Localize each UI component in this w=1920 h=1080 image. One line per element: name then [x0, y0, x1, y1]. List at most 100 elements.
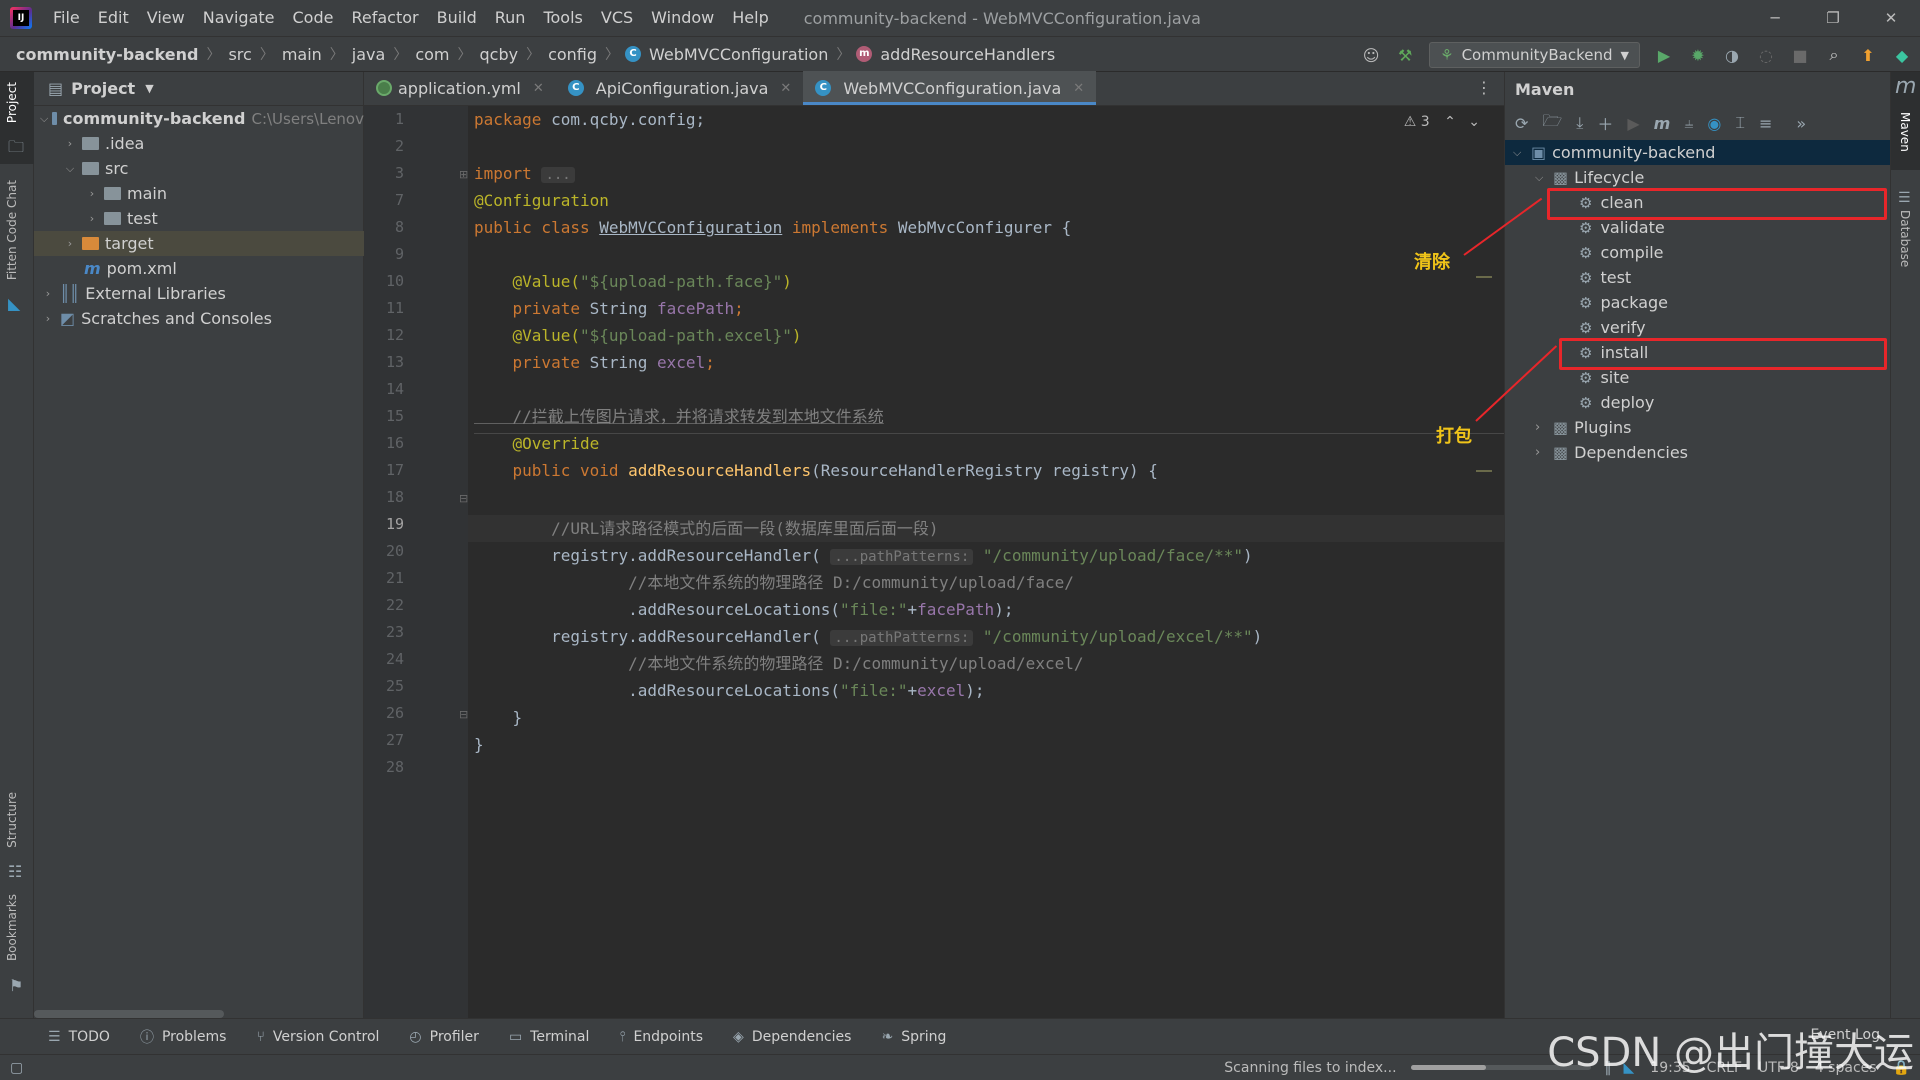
update-icon[interactable]: ⬆	[1858, 45, 1878, 65]
debug-icon[interactable]: ✹	[1688, 45, 1708, 65]
tree-item-external-libraries[interactable]: › ║║ External Libraries	[34, 281, 364, 306]
run-goal-icon[interactable]: ▶	[1627, 114, 1639, 133]
minimize-icon[interactable]: ─	[1746, 0, 1804, 36]
tree-item-scratches[interactable]: › ◩ Scratches and Consoles	[34, 306, 364, 331]
stop-icon[interactable]: ■	[1790, 45, 1810, 65]
breadcrumb-class[interactable]: WebMVCConfiguration	[647, 45, 830, 64]
maven-project-item[interactable]: ⌵ ▣ community-backend	[1505, 140, 1891, 165]
execute-maven-goal-icon[interactable]: m	[1654, 114, 1671, 133]
menu-view[interactable]: View	[138, 0, 194, 36]
tab-apiconfiguration[interactable]: C ApiConfiguration.java ✕	[556, 71, 804, 105]
menu-refactor[interactable]: Refactor	[342, 0, 427, 36]
code-editor[interactable]: ⚠ 3 ⌃ ⌄ package com.qcby.config; import …	[468, 106, 1504, 1018]
chevron-right-icon[interactable]: ›	[40, 312, 56, 325]
breadcrumb-src[interactable]: src	[226, 45, 253, 64]
bookmarks-tab[interactable]: Bookmarks	[5, 894, 19, 961]
inspection-widget[interactable]: ⚠ 3 ⌃ ⌄	[1404, 114, 1480, 130]
chevron-down-icon[interactable]: ⌵	[62, 162, 78, 176]
structure-tab[interactable]: Structure	[5, 792, 19, 848]
terminal-tab[interactable]: ▭ Terminal	[509, 1029, 589, 1045]
breadcrumb-method[interactable]: addResourceHandlers	[878, 45, 1057, 64]
chevron-right-icon[interactable]: ›	[62, 237, 78, 250]
tree-item-target[interactable]: › target	[34, 231, 364, 256]
chevron-right-icon[interactable]: ›	[40, 287, 56, 300]
coverage-icon[interactable]: ◑	[1722, 45, 1742, 65]
chevron-down-icon[interactable]: ⌵	[40, 112, 48, 126]
breadcrumb-config[interactable]: config	[546, 45, 599, 64]
chevron-up-icon[interactable]: ⌃	[1444, 114, 1456, 130]
chevron-down-icon[interactable]: ⌄	[1468, 114, 1480, 130]
user-icon[interactable]: ☺	[1361, 45, 1381, 65]
chevron-right-icon[interactable]: ›	[1535, 445, 1553, 460]
chevron-right-icon[interactable]: ›	[1535, 420, 1553, 435]
tree-item-test[interactable]: › test	[34, 206, 364, 231]
maven-goal-deploy[interactable]: ⚙ deploy	[1505, 390, 1891, 415]
tree-item-community-backend[interactable]: ⌵ community-backend C:\Users\Lenov	[34, 106, 364, 131]
menu-vcs[interactable]: VCS	[592, 0, 642, 36]
breadcrumb-main[interactable]: main	[280, 45, 324, 64]
breadcrumb-java[interactable]: java	[350, 45, 388, 64]
more-icon[interactable]: »	[1796, 114, 1806, 133]
chevron-down-icon[interactable]: ⌵	[1535, 171, 1553, 185]
jetbrains-toolbox-icon[interactable]: ◆	[1892, 45, 1912, 65]
maven-toolwindow-tab[interactable]: Maven	[1898, 112, 1912, 152]
maven-goal-compile[interactable]: ⚙ compile	[1505, 240, 1891, 265]
project-toolwindow-tab[interactable]: Project	[5, 82, 19, 123]
database-toolwindow-tab[interactable]: Database	[1898, 210, 1912, 267]
chevron-right-icon[interactable]: ›	[84, 212, 100, 225]
fitten-chat-tab[interactable]: Fitten Code Chat	[5, 180, 19, 280]
chevron-down-icon[interactable]: ⌵	[1513, 146, 1531, 160]
maven-goal-test[interactable]: ⚙ test	[1505, 265, 1891, 290]
reload-icon[interactable]: ⟳	[1515, 114, 1528, 133]
build-hammer-icon[interactable]: ⚒	[1395, 45, 1415, 65]
close-icon[interactable]: ✕	[780, 81, 791, 96]
run-configuration-select[interactable]: ⚘ CommunityBackend ▼	[1429, 42, 1640, 68]
skip-tests-icon[interactable]: ◉	[1707, 114, 1721, 133]
generate-sources-icon[interactable]: 🗁	[1542, 110, 1562, 137]
search-icon[interactable]: ⌕	[1824, 45, 1844, 65]
menu-build[interactable]: Build	[428, 0, 486, 36]
toggle-panels-icon[interactable]: ▢	[10, 1060, 23, 1076]
restore-icon[interactable]: ❐	[1804, 0, 1862, 36]
profile-icon[interactable]: ◌	[1756, 45, 1776, 65]
fold-icon[interactable]: ⊟	[459, 492, 468, 505]
dependencies-tab[interactable]: ◈ Dependencies	[733, 1029, 851, 1045]
breadcrumb-project[interactable]: community-backend	[14, 45, 200, 64]
chevron-right-icon[interactable]: ›	[84, 187, 100, 200]
menu-window[interactable]: Window	[642, 0, 723, 36]
menu-help[interactable]: Help	[723, 0, 777, 36]
close-icon[interactable]: ✕	[533, 81, 544, 96]
tree-item-src[interactable]: ⌵ src	[34, 156, 364, 181]
chevron-right-icon[interactable]: ›	[62, 137, 78, 150]
toggle-offline-icon[interactable]: ⫨	[1684, 113, 1693, 133]
menu-tools[interactable]: Tools	[534, 0, 591, 36]
chevron-down-icon[interactable]: ▼	[145, 82, 153, 95]
collapse-all-icon[interactable]: ≡	[1759, 114, 1772, 133]
add-icon[interactable]: ＋	[1597, 111, 1613, 135]
breadcrumb-com[interactable]: com	[413, 45, 451, 64]
run-icon[interactable]: ▶	[1654, 45, 1674, 65]
tree-item-pom[interactable]: m pom.xml	[34, 256, 364, 281]
fold-icon[interactable]: ⊞	[459, 168, 468, 181]
profiler-tab[interactable]: ◴ Profiler	[409, 1029, 479, 1045]
maven-dependencies-item[interactable]: › ▩ Dependencies	[1505, 440, 1891, 465]
tree-item-main[interactable]: › main	[34, 181, 364, 206]
download-icon[interactable]: ⤓	[1576, 113, 1583, 133]
tree-item-idea[interactable]: › .idea	[34, 131, 364, 156]
menu-file[interactable]: File	[44, 0, 89, 36]
version-control-tab[interactable]: ⑂ Version Control	[256, 1029, 379, 1045]
menu-code[interactable]: Code	[284, 0, 343, 36]
todo-tab[interactable]: ☰ TODO	[48, 1029, 110, 1045]
maven-plugins-item[interactable]: › ▩ Plugins	[1505, 415, 1891, 440]
maven-lifecycle-item[interactable]: ⌵ ▩ Lifecycle	[1505, 165, 1891, 190]
tab-application-yml[interactable]: application.yml ✕	[364, 71, 556, 105]
spring-tab[interactable]: ❧ Spring	[881, 1029, 946, 1045]
horizontal-scrollbar[interactable]	[34, 1010, 224, 1018]
menu-run[interactable]: Run	[486, 0, 535, 36]
endpoints-tab[interactable]: ⫯ Endpoints	[619, 1029, 703, 1045]
close-icon[interactable]: ✕	[1073, 81, 1084, 96]
more-tabs-icon[interactable]: ⋮	[1476, 78, 1492, 97]
breadcrumb-qcby[interactable]: qcby	[478, 45, 521, 64]
menu-navigate[interactable]: Navigate	[194, 0, 284, 36]
menu-edit[interactable]: Edit	[89, 0, 138, 36]
